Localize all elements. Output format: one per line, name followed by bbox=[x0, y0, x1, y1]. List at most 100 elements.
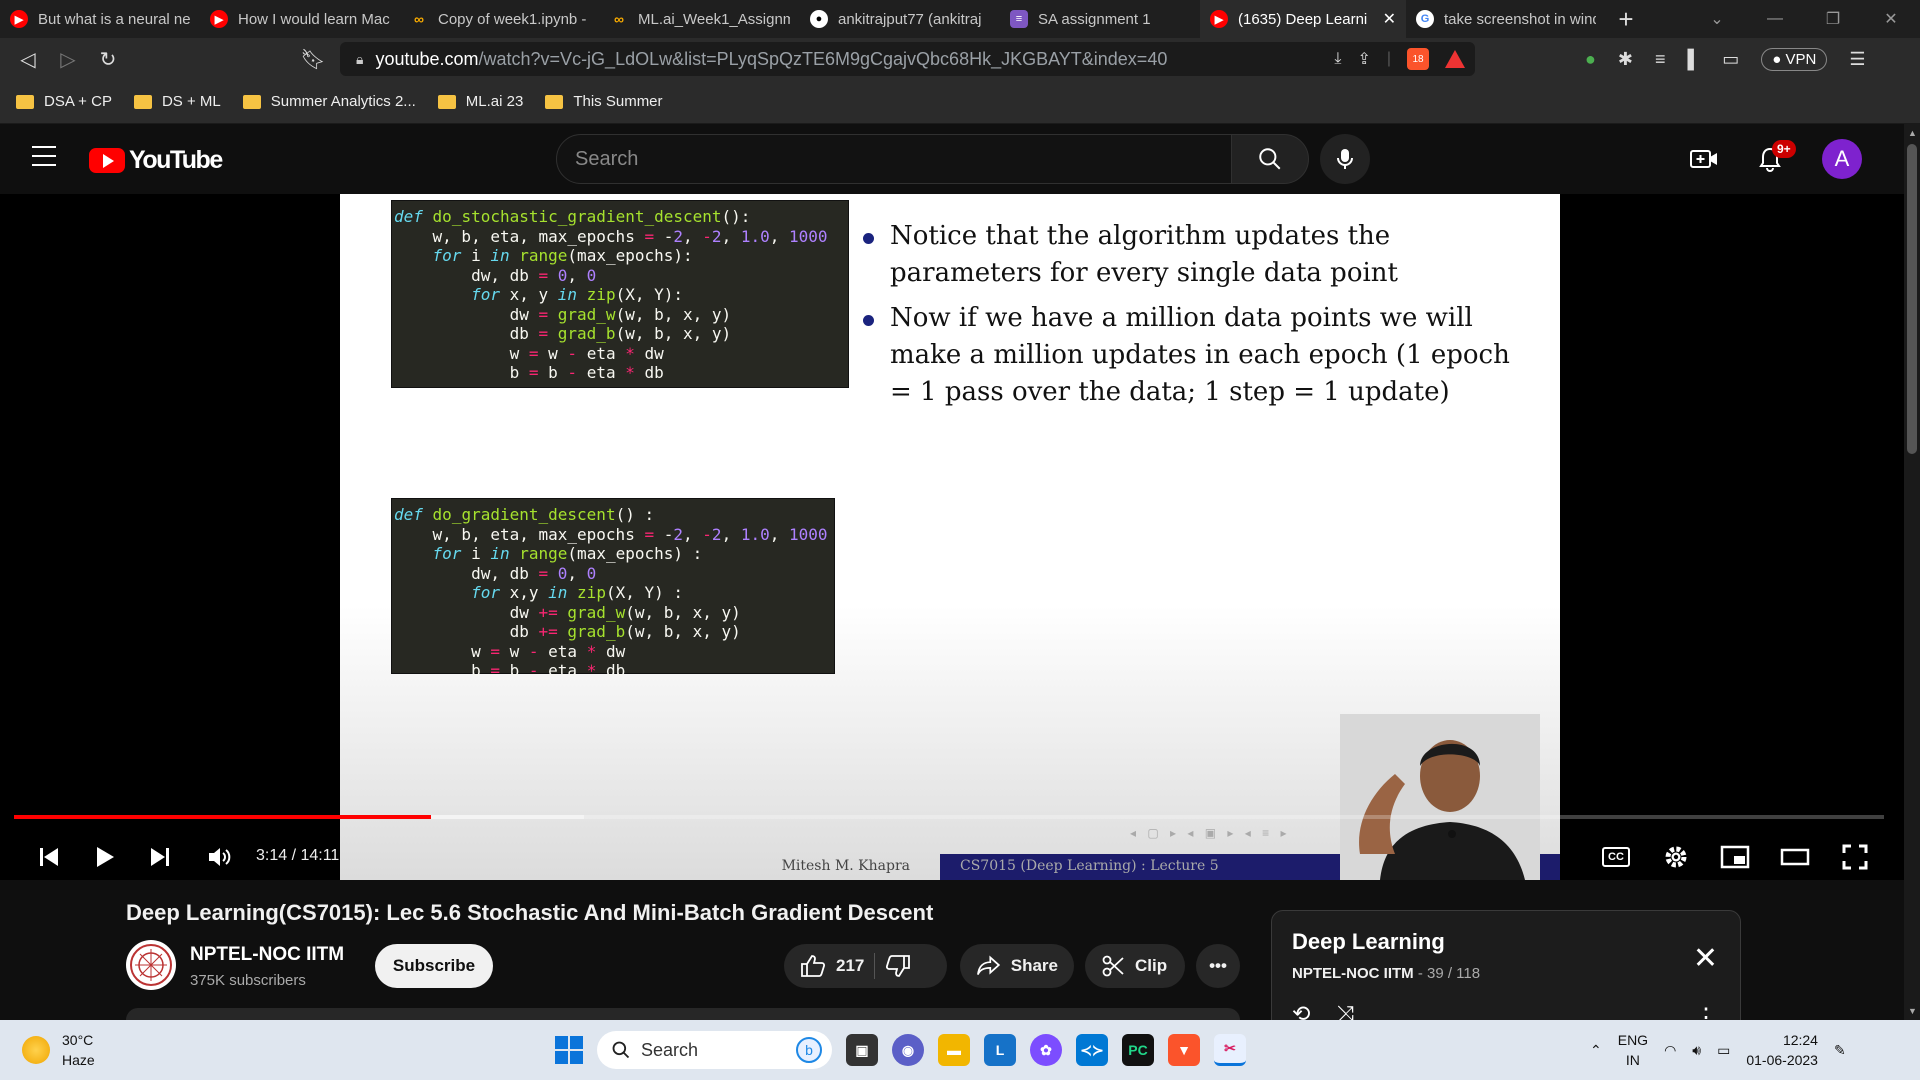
fullscreen-button[interactable] bbox=[1838, 834, 1872, 880]
close-tab-icon[interactable]: ✕ bbox=[1383, 9, 1396, 29]
previous-button[interactable] bbox=[34, 834, 64, 880]
show-hidden-icons-icon[interactable]: ⌃ bbox=[1590, 1042, 1602, 1059]
bookmark-folder[interactable]: Summer Analytics 2... bbox=[242, 93, 416, 110]
close-playlist-icon[interactable]: ✕ bbox=[1693, 941, 1718, 976]
bookmark-folder[interactable]: ML.ai 23 bbox=[437, 93, 523, 110]
file-explorer-icon[interactable]: ▬ bbox=[938, 1034, 970, 1066]
close-window-button[interactable]: ✕ bbox=[1862, 0, 1920, 38]
wifi-icon[interactable]: ◠ bbox=[1664, 1042, 1676, 1059]
sidebar-toggle-icon[interactable]: ▌ bbox=[1687, 49, 1700, 70]
channel-avatar[interactable] bbox=[126, 940, 176, 990]
reload-button[interactable]: ↻ bbox=[88, 39, 128, 79]
scroll-up-icon[interactable]: ▲ bbox=[1908, 128, 1917, 138]
address-bar[interactable]: 🔒︎ youtube.com/watch?v=Vc-jG_LdOLw&list=… bbox=[340, 42, 1475, 76]
install-icon[interactable]: ⤓ bbox=[1334, 50, 1341, 68]
start-windows-icon[interactable] bbox=[555, 1036, 583, 1064]
search-input[interactable]: Search bbox=[556, 134, 1232, 184]
create-video-icon[interactable] bbox=[1690, 148, 1718, 170]
settings-button[interactable] bbox=[1660, 834, 1692, 880]
notification-center-icon[interactable]: ✎ bbox=[1834, 1042, 1846, 1059]
notification-count-badge: 9+ bbox=[1772, 140, 1796, 158]
subscribe-button[interactable]: Subscribe bbox=[375, 944, 493, 988]
clip-button[interactable]: Clip bbox=[1085, 944, 1185, 988]
vpn-button[interactable]: ● VPN bbox=[1761, 47, 1828, 71]
brave-browser-icon[interactable]: ▼ bbox=[1168, 1034, 1200, 1066]
vscode-icon[interactable]: ≺≻ bbox=[1076, 1034, 1108, 1066]
playlist-title[interactable]: Deep Learning bbox=[1292, 929, 1720, 955]
share-button[interactable]: Share bbox=[960, 944, 1074, 988]
back-button[interactable]: ◁ bbox=[8, 39, 48, 79]
microphone-icon bbox=[1337, 149, 1353, 169]
bookmark-folder[interactable]: DS + ML bbox=[133, 93, 221, 110]
play-button[interactable] bbox=[90, 834, 120, 880]
captions-icon: CC bbox=[1602, 847, 1630, 867]
tab-label: take screenshot in wind bbox=[1444, 10, 1596, 28]
weather-widget[interactable]: 30°C Haze bbox=[22, 1030, 95, 1070]
brave-rewards-icon[interactable] bbox=[1445, 50, 1465, 68]
miniplayer-button[interactable] bbox=[1718, 834, 1752, 880]
brave-shields-icon[interactable]: 18 bbox=[1407, 48, 1429, 70]
search-button[interactable] bbox=[1231, 134, 1309, 184]
browser-tab[interactable]: ∞ ML.ai_Week1_Assignme bbox=[600, 0, 800, 38]
sgd-code-block: def do_stochastic_gradient_descent(): w,… bbox=[391, 200, 849, 388]
task-view-icon[interactable]: ▣ bbox=[846, 1034, 878, 1066]
browser-tab[interactable]: ≡ SA assignment 1 bbox=[1000, 0, 1200, 38]
bookmark-icon[interactable]: 🔖︎ bbox=[293, 39, 333, 79]
menu-icon[interactable]: ☰ bbox=[1849, 49, 1865, 70]
new-tab-button[interactable]: + bbox=[1606, 0, 1646, 38]
share-page-icon[interactable]: ⇪ bbox=[1357, 49, 1370, 69]
page-scrollbar[interactable]: ▲ ▼ bbox=[1904, 124, 1920, 1020]
browser-tab[interactable]: ▶ But what is a neural ne bbox=[0, 0, 200, 38]
account-avatar[interactable]: A bbox=[1822, 139, 1862, 179]
restore-button[interactable]: ❐ bbox=[1804, 0, 1862, 38]
tab-search-icon[interactable]: ⌄ bbox=[1688, 0, 1746, 38]
battery-icon[interactable]: ▭ bbox=[1717, 1042, 1730, 1059]
playlist-channel[interactable]: NPTEL-NOC IITM bbox=[1292, 965, 1414, 982]
pycharm-icon[interactable]: PC bbox=[1122, 1034, 1154, 1066]
scrollbar-thumb[interactable] bbox=[1907, 144, 1917, 454]
extension-green-icon[interactable]: ● bbox=[1585, 49, 1596, 70]
google-icon: G bbox=[1416, 10, 1434, 28]
taskbar-search[interactable]: Search b bbox=[597, 1031, 832, 1069]
media-queue-icon[interactable]: ≡ bbox=[1655, 49, 1666, 70]
channel-name[interactable]: NPTEL-NOC IITM bbox=[190, 944, 344, 966]
snipping-tool-icon[interactable]: ✂ bbox=[1214, 1034, 1246, 1066]
code-line: dw, db = 0, 0 bbox=[394, 563, 597, 583]
miniplayer-icon bbox=[1720, 845, 1750, 869]
language-indicator[interactable]: ENG IN bbox=[1618, 1030, 1648, 1070]
bookmark-label: DSA + CP bbox=[44, 93, 112, 110]
copilot-app-icon[interactable]: ✿ bbox=[1030, 1034, 1062, 1066]
wallet-icon[interactable]: ▭ bbox=[1722, 49, 1739, 70]
system-clock[interactable]: 12:24 01-06-2023 bbox=[1746, 1030, 1818, 1070]
next-button[interactable] bbox=[145, 834, 175, 880]
volume-icon bbox=[209, 848, 231, 866]
bookmark-folder[interactable]: This Summer bbox=[545, 93, 663, 110]
like-count[interactable]: 217 bbox=[836, 956, 864, 976]
bookmark-folder[interactable]: DSA + CP bbox=[16, 93, 112, 110]
volume-button[interactable] bbox=[205, 834, 235, 880]
minimize-button[interactable]: — bbox=[1746, 0, 1804, 38]
browser-tab-strip: ▶ But what is a neural ne ▶ How I would lea… bbox=[0, 0, 1920, 38]
forward-button[interactable]: ▷ bbox=[48, 39, 88, 79]
bing-icon[interactable]: b bbox=[796, 1037, 822, 1063]
guide-menu-icon[interactable] bbox=[32, 146, 56, 166]
extensions-puzzle-icon[interactable]: ✱ bbox=[1618, 49, 1633, 70]
youtube-logo[interactable]: YouTube bbox=[89, 146, 223, 175]
speaker-icon[interactable]: 🔊︎ bbox=[1692, 1042, 1701, 1059]
voice-search-button[interactable] bbox=[1320, 134, 1370, 184]
browser-tab[interactable]: ● ankitrajput77 (ankitraj bbox=[800, 0, 1000, 38]
thumbs-up-icon[interactable] bbox=[800, 954, 826, 978]
seek-bar[interactable] bbox=[14, 815, 1884, 819]
teams-chat-icon[interactable]: ◉ bbox=[892, 1034, 924, 1066]
theater-mode-button[interactable] bbox=[1778, 834, 1812, 880]
captions-button[interactable]: CC bbox=[1600, 834, 1632, 880]
browser-tab[interactable]: ∞ Copy of week1.ipynb - bbox=[400, 0, 600, 38]
scroll-down-icon[interactable]: ▼ bbox=[1908, 1006, 1917, 1016]
browser-tab[interactable]: Gtake screenshot in wind bbox=[1406, 0, 1606, 38]
linkedin-learning-icon[interactable]: L bbox=[984, 1034, 1016, 1066]
browser-tab[interactable]: ▶ How I would learn Mac bbox=[200, 0, 400, 38]
video-player[interactable]: def do_stochastic_gradient_descent(): w,… bbox=[0, 194, 1904, 880]
thumbs-down-icon[interactable] bbox=[885, 954, 911, 978]
browser-tab[interactable]: ▶ (1635) Deep Learni ✕ bbox=[1200, 0, 1406, 38]
more-actions-button[interactable]: ••• bbox=[1196, 944, 1240, 988]
